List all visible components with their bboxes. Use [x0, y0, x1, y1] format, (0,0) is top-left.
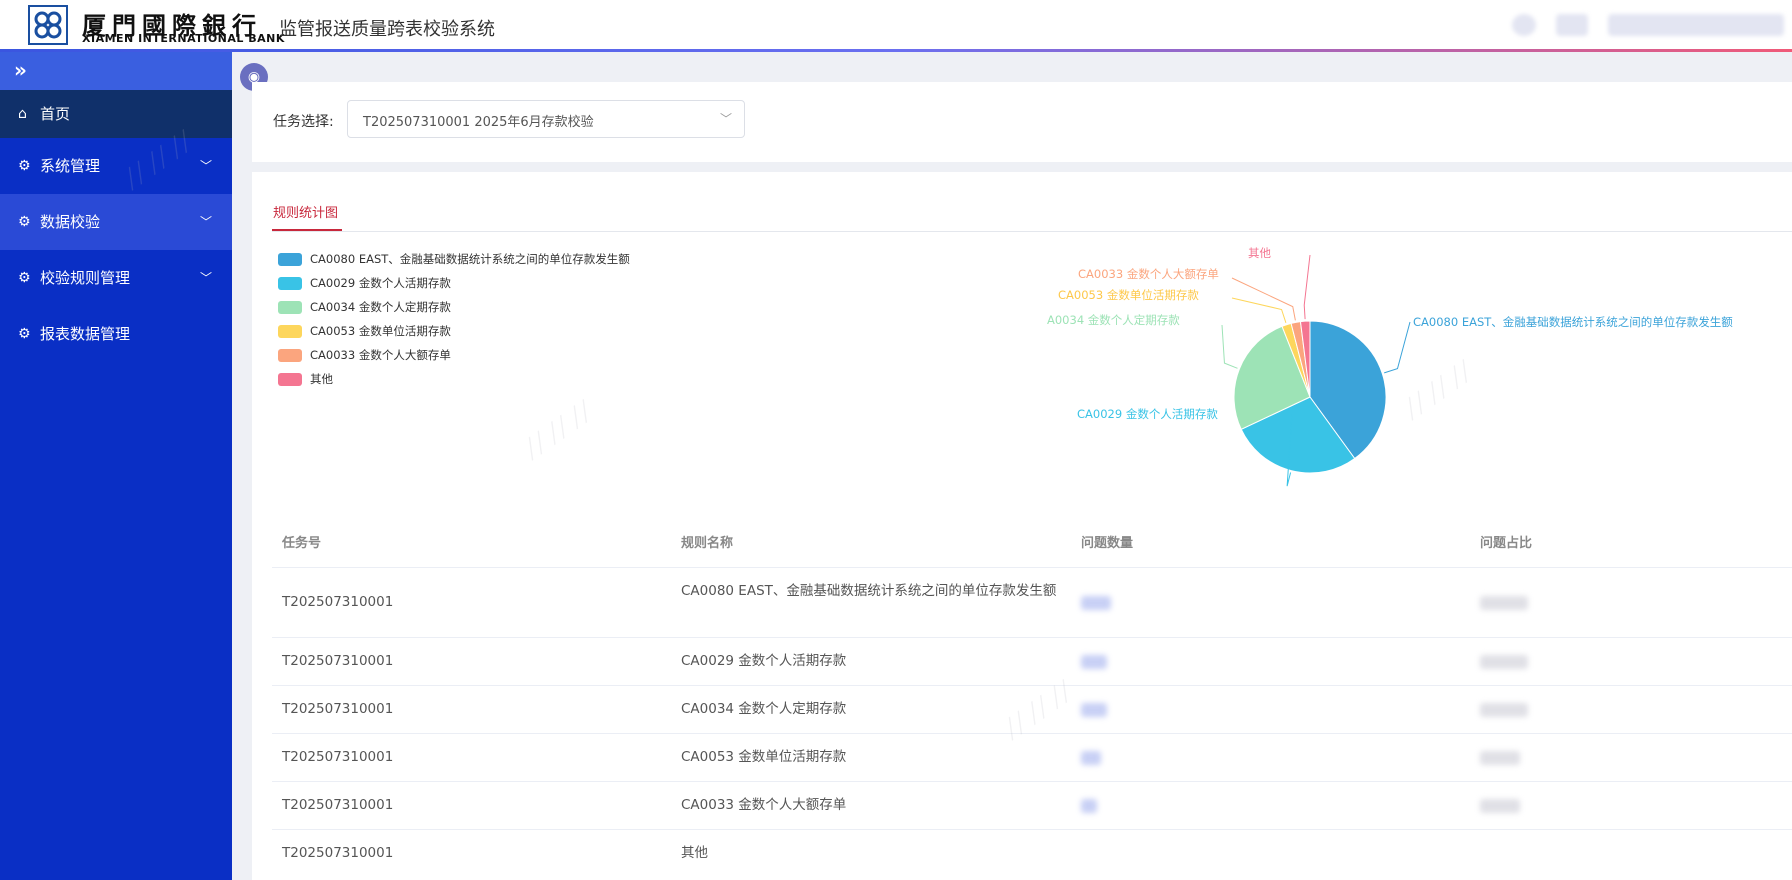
pie-leader-line [1303, 254, 1311, 320]
rule-name-cell: CA0053 金数单位活期存款 [681, 749, 847, 765]
rule-name-cell: CA0034 金数个人定期存款 [681, 701, 847, 717]
sidebar-item-label: 数据校验 [40, 213, 101, 231]
sidebar-item-home[interactable]: ⌂ 首页 [0, 90, 232, 138]
column-header[interactable]: 规则名称 [681, 532, 733, 551]
home-icon: ⌂ [18, 106, 27, 122]
task-id-cell: T202507310001 [282, 845, 394, 861]
slice-label: CA0053 金数单位活期存款 [1058, 288, 1199, 302]
user-info [1608, 14, 1784, 36]
rule-name-cell: CA0033 金数个人大额存单 [681, 797, 847, 813]
sidebar-item-label: 首页 [40, 105, 71, 123]
task-select[interactable]: T202507310001 2025年6月存款校验 ﹀ [347, 100, 745, 138]
user-name [1556, 14, 1588, 36]
chevron-down-icon: ﹀ [199, 159, 212, 173]
issue-ratio-cell [1480, 655, 1528, 669]
rule-name-cell: CA0080 EAST、金融基础数据统计系统之间的单位存款发生额 [681, 583, 1057, 599]
table-row[interactable]: T202507310001 CA0053 金数单位活期存款 [272, 733, 1792, 782]
task-select-label: 任务选择: [273, 114, 334, 130]
issue-ratio-cell [1480, 751, 1520, 765]
double-chevron-right-icon: » [14, 58, 27, 82]
sidebar-item-label: 校验规则管理 [40, 269, 131, 287]
task-id-cell: T202507310001 [282, 701, 394, 717]
task-select-card: 任务选择: T202507310001 2025年6月存款校验 ﹀ [252, 82, 1792, 162]
sidebar-item-report-data-management[interactable]: ⚙ 报表数据管理 [0, 306, 232, 362]
rule-stats-card: 规则统计图 CA0080 EAST、金融基础数据统计系统之间的单位存款发生额 C… [252, 172, 1792, 880]
pie-leader-line [1384, 321, 1411, 374]
issue-count-cell[interactable] [1081, 596, 1111, 610]
rule-name-cell: CA0029 金数个人活期存款 [681, 653, 847, 669]
task-select-value: T202507310001 2025年6月存款校验 [363, 115, 594, 130]
sidebar: » ⌂ 首页 ⚙ 系统管理 ﹀ ⚙ 数据校验 ﹀ ⚙ 校验规则管理 ﹀ ⚙ 报表… [0, 52, 232, 880]
pie-leader-line [1221, 324, 1238, 369]
column-header[interactable]: 任务号 [282, 532, 321, 551]
pie-leader-line [1231, 277, 1296, 321]
chevron-down-icon: ﹀ [199, 215, 212, 229]
table-row[interactable]: T202507310001 CA0080 EAST、金融基础数据统计系统之间的单… [272, 567, 1792, 638]
issue-ratio-cell [1480, 799, 1520, 813]
issue-ratio-cell [1480, 596, 1528, 610]
task-id-cell: T202507310001 [282, 797, 394, 813]
sidebar-item-label: 系统管理 [40, 157, 101, 175]
bank-logo-icon [28, 5, 68, 45]
issue-ratio-cell [1480, 703, 1528, 717]
table-row[interactable]: T202507310001 CA0029 金数个人活期存款 [272, 637, 1792, 686]
issue-count-cell[interactable] [1081, 703, 1107, 717]
system-title: 监管报送质量跨表校验系统 [279, 19, 495, 40]
slice-label: A0034 金数个人定期存款 [1047, 313, 1180, 327]
table-row[interactable]: T202507310001 其他 [272, 829, 1792, 878]
issue-count-cell[interactable] [1081, 751, 1101, 765]
task-id-cell: T202507310001 [282, 653, 394, 669]
table-row[interactable]: T202507310001 CA0034 金数个人定期存款 [272, 685, 1792, 734]
table-row[interactable]: T202507310001 CA0033 金数个人大额存单 [272, 781, 1792, 830]
sidebar-item-label: 报表数据管理 [40, 325, 131, 343]
chevron-down-icon: ﹀ [199, 271, 212, 285]
column-header[interactable]: 问题占比 [1480, 532, 1532, 551]
gear-icon: ⚙ [18, 270, 31, 286]
pie-leader-line [1231, 297, 1287, 323]
slice-label: 其他 [1248, 246, 1271, 260]
task-id-cell: T202507310001 [282, 594, 394, 610]
task-id-cell: T202507310001 [282, 749, 394, 765]
gear-icon: ⚙ [18, 158, 31, 174]
sidebar-collapse-button[interactable]: » [0, 52, 232, 90]
sidebar-item-rule-management[interactable]: ⚙ 校验规则管理 ﹀ [0, 250, 232, 306]
rule-name-cell: 其他 [681, 845, 708, 861]
pie-chart [1221, 254, 1411, 487]
slice-label: CA0033 金数个人大额存单 [1078, 267, 1219, 281]
bank-name-en: XIAMEN INTERNATIONAL BANK [82, 32, 285, 45]
slice-label: CA0029 金数个人活期存款 [1077, 407, 1218, 421]
column-header[interactable]: 问题数量 [1081, 532, 1133, 551]
issue-count-cell[interactable] [1081, 799, 1097, 813]
app-header: 厦門國際銀行 XIAMEN INTERNATIONAL BANK 监管报送质量跨… [0, 0, 1792, 52]
user-avatar[interactable] [1512, 14, 1536, 36]
slice-label: CA0080 EAST、金融基础数据统计系统之间的单位存款发生额 [1413, 315, 1733, 329]
chevron-down-icon: ﹀ [719, 112, 732, 126]
gear-icon: ⚙ [18, 326, 31, 342]
gear-icon: ⚙ [18, 214, 31, 230]
issue-count-cell[interactable] [1081, 655, 1107, 669]
sidebar-item-system-management[interactable]: ⚙ 系统管理 ﹀ [0, 138, 232, 194]
sidebar-item-data-validation[interactable]: ⚙ 数据校验 ﹀ [0, 194, 232, 250]
